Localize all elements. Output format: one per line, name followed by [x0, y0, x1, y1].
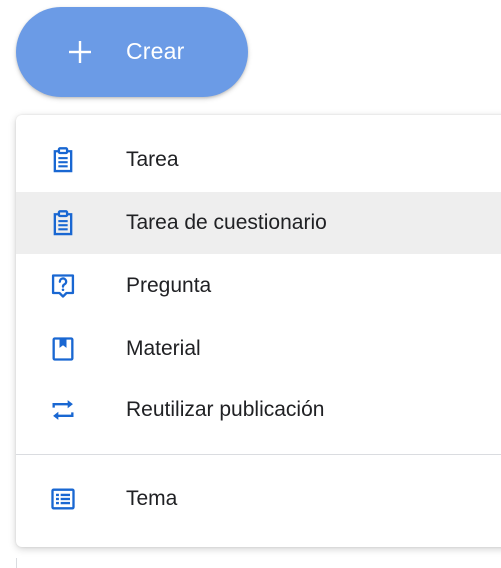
- menu-item-label: Tarea: [126, 148, 179, 171]
- menu-item-assignment[interactable]: Tarea: [16, 129, 501, 191]
- menu-item-label: Tema: [126, 487, 178, 510]
- menu-item-reuse-post[interactable]: Reutilizar publicación: [16, 379, 501, 441]
- page: Crear Tarea Tarea de cuestionario Pregun…: [0, 0, 501, 568]
- material-bookmark-icon: [52, 337, 74, 361]
- create-menu: Tarea Tarea de cuestionario Pregunta Mat…: [16, 115, 501, 547]
- question-icon: [51, 274, 75, 298]
- menu-item-label: Pregunta: [126, 274, 212, 297]
- menu-item-material[interactable]: Material: [16, 318, 501, 380]
- menu-item-quiz-assignment[interactable]: Tarea de cuestionario: [16, 192, 501, 254]
- reuse-post-icon: [52, 400, 74, 420]
- menu-item-label: Reutilizar publicación: [126, 398, 325, 421]
- menu-item-question[interactable]: Pregunta: [16, 255, 501, 317]
- topic-list-icon: [51, 488, 75, 510]
- menu-item-label: Material: [126, 337, 201, 360]
- menu-divider: [16, 454, 501, 455]
- menu-item-topic[interactable]: Tema: [16, 468, 501, 530]
- assignment-icon: [53, 147, 73, 173]
- background-divider: [16, 558, 17, 568]
- create-button[interactable]: Crear: [16, 7, 248, 97]
- plus-icon: [69, 41, 91, 63]
- menu-item-label: Tarea de cuestionario: [126, 211, 327, 234]
- create-button-label: Crear: [126, 38, 185, 64]
- quiz-assignment-icon: [53, 210, 73, 236]
